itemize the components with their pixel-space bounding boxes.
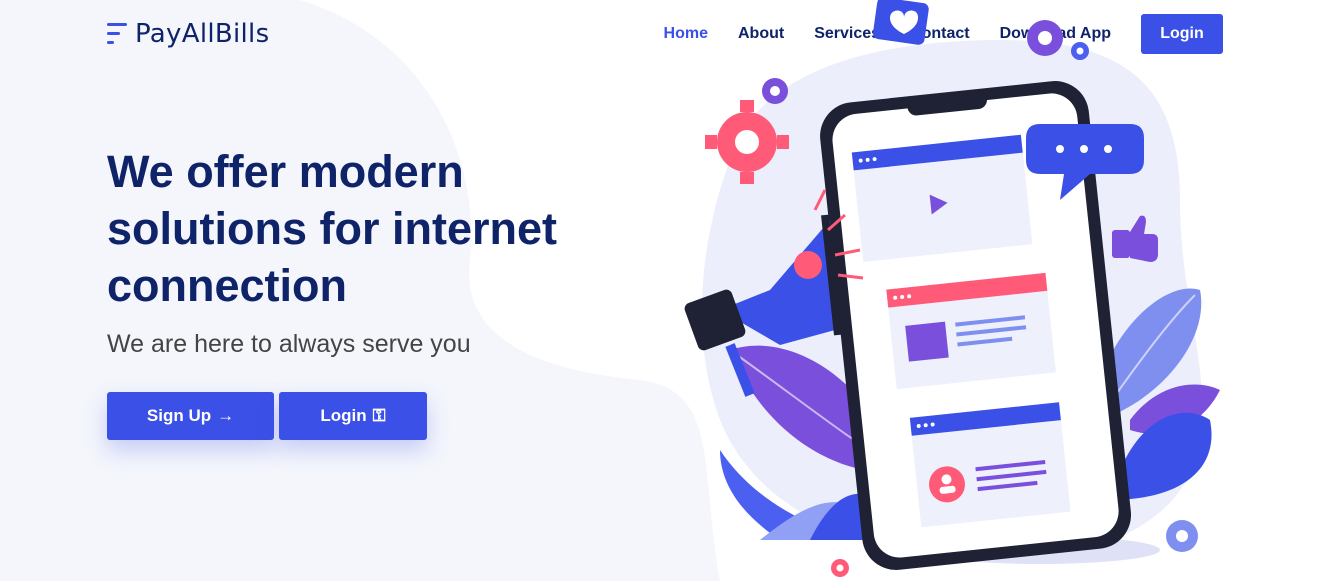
gear-icon [705, 100, 789, 184]
hero-title: We offer modern solutions for internet c… [107, 146, 557, 311]
hero-illustration [684, 0, 1220, 577]
signup-label: Sign Up [146, 406, 212, 425]
brand-logo[interactable]: PayAllBills [107, 18, 269, 50]
gear-bottom-icon [831, 559, 849, 577]
signup-button[interactable]: Sign Up → [107, 392, 274, 440]
thumbs-up-icon [1112, 215, 1158, 262]
gear-top-icon [1027, 20, 1089, 60]
key-icon: ⚿ [372, 406, 386, 425]
login-label: Login [320, 406, 367, 425]
hero-subtitle: We are here to always serve you [107, 330, 471, 358]
gear-small-icon [762, 78, 788, 104]
arrow-right-icon: → [217, 406, 235, 425]
hero-login-button[interactable]: Login ⚿ [279, 392, 427, 440]
logo-mark-icon [107, 21, 127, 47]
heart-chat-icon [872, 0, 929, 45]
brand-name: PayAllBills [135, 19, 270, 49]
gear-bottom-right-icon [1166, 520, 1198, 552]
